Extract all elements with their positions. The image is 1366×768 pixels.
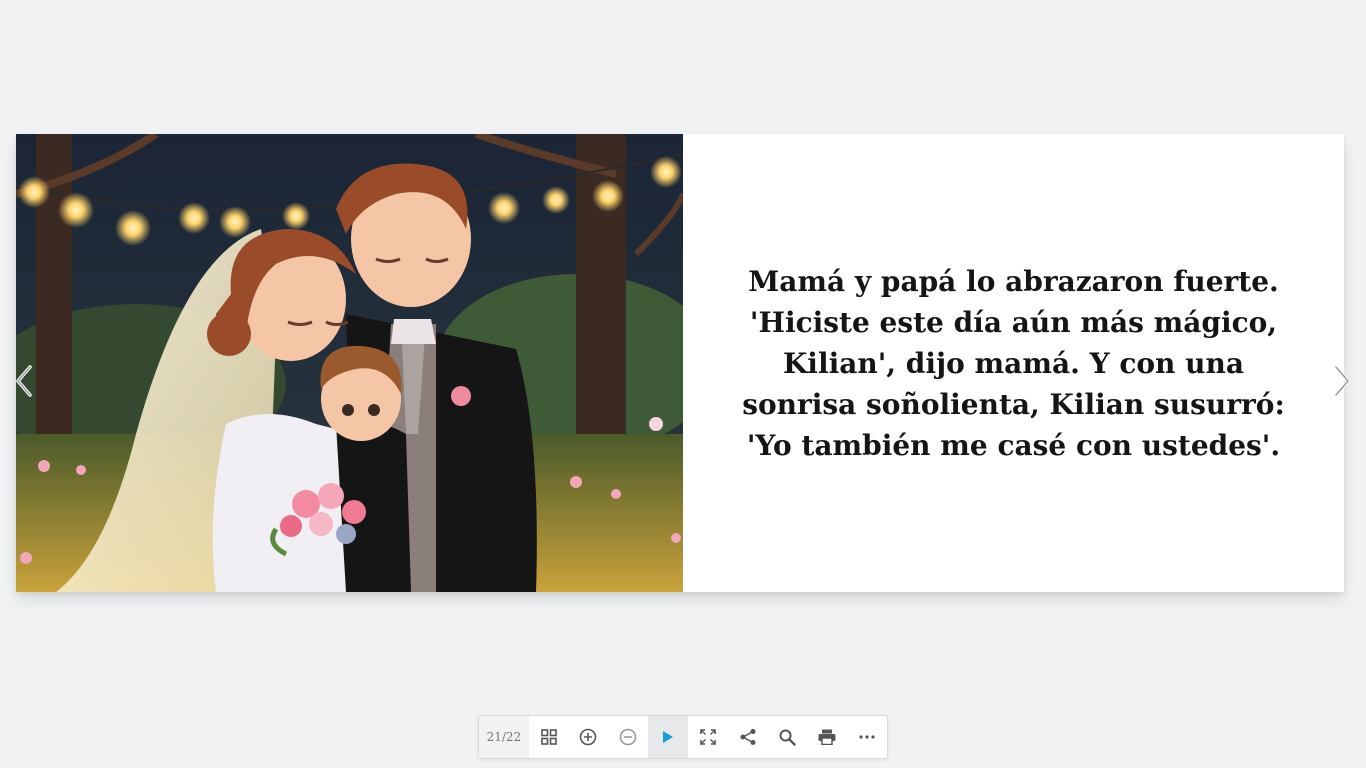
grid-icon bbox=[540, 729, 557, 745]
fullscreen-button[interactable] bbox=[688, 716, 728, 758]
share-icon bbox=[740, 729, 756, 745]
print-icon bbox=[818, 729, 836, 745]
zoom-out-icon bbox=[619, 728, 637, 746]
flipbook-viewer: Mamá y papá lo abrazaron fuerte. 'Hicist… bbox=[0, 0, 1366, 768]
previous-page-button[interactable] bbox=[10, 364, 38, 398]
story-line: Kilian', dijo mamá. Y con una bbox=[782, 346, 1245, 380]
story-line: 'Hiciste este día aún más mágico, bbox=[749, 305, 1278, 339]
fullscreen-icon bbox=[700, 729, 716, 745]
story-line: Mamá y papá lo abrazaron fuerte. bbox=[748, 264, 1279, 298]
zoom-out-button[interactable] bbox=[608, 716, 648, 758]
wedding-family-illustration bbox=[16, 134, 683, 592]
thumbnails-button[interactable] bbox=[529, 716, 569, 758]
more-button[interactable] bbox=[847, 716, 887, 758]
search-icon bbox=[779, 729, 796, 746]
print-button[interactable] bbox=[807, 716, 847, 758]
next-page-button[interactable] bbox=[1328, 364, 1356, 398]
zoom-in-icon bbox=[580, 728, 597, 746]
story-line: sonrisa soñolienta, Kilian susurró: bbox=[742, 387, 1285, 421]
zoom-in-button[interactable] bbox=[569, 716, 609, 758]
page-indicator: 21/22 bbox=[479, 716, 529, 758]
autoplay-button[interactable] bbox=[648, 716, 688, 758]
story-line: 'Yo también me casé con ustedes'. bbox=[746, 428, 1281, 462]
search-button[interactable] bbox=[768, 716, 808, 758]
left-page bbox=[16, 134, 683, 592]
book-spread: Mamá y papá lo abrazaron fuerte. 'Hicist… bbox=[16, 134, 1344, 592]
chevron-left-icon bbox=[16, 365, 32, 397]
viewer-toolbar: 21/22 bbox=[478, 715, 888, 759]
more-icon bbox=[859, 735, 875, 739]
share-button[interactable] bbox=[728, 716, 768, 758]
play-icon bbox=[663, 731, 674, 743]
right-page: Mamá y papá lo abrazaron fuerte. 'Hicist… bbox=[683, 134, 1344, 592]
story-text: Mamá y papá lo abrazaron fuerte. 'Hicist… bbox=[734, 261, 1294, 466]
chevron-right-icon bbox=[1334, 365, 1350, 397]
